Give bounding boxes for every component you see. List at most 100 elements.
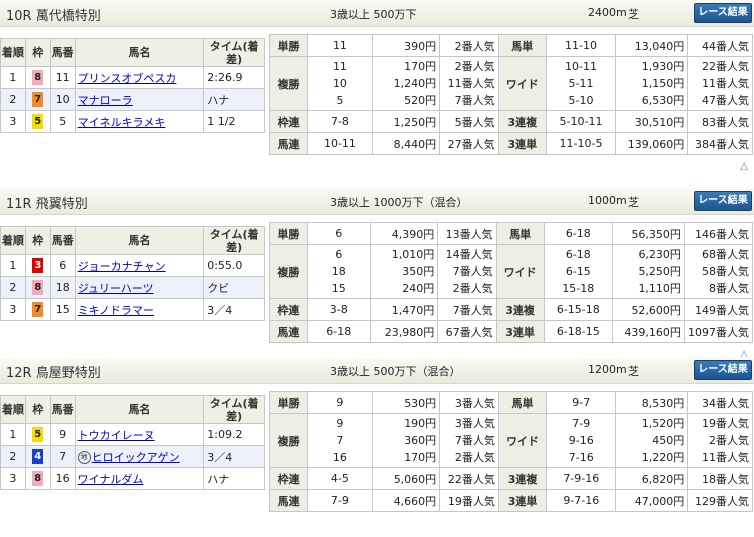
payout-amount: 6,820円: [615, 467, 689, 490]
horse-name-link[interactable]: マイネルキラメキ: [78, 116, 166, 129]
popularity: 3番人気: [439, 391, 499, 414]
race-result-button[interactable]: レース結果: [694, 360, 752, 380]
popularity-line: 58番人気: [702, 265, 749, 278]
bet-type-label: ワイド: [495, 244, 545, 299]
horse-name-cell: 地ヒロイックアゲン: [74, 445, 205, 468]
payout-table: 単勝 9 530円 3番人気 馬単 9-7 8,530円 34番人気 複勝 9 7…: [268, 391, 753, 512]
bet-type-label: 3連単: [495, 320, 545, 343]
popularity-line: 8番人気: [709, 282, 749, 295]
horse-name-link[interactable]: プリンスオブペスカ: [78, 72, 177, 85]
surface: 芝: [628, 196, 639, 209]
time-margin: 1 1/2: [203, 110, 265, 133]
payout-row: 単勝 6 4,390円 13番人気 馬単 6-18 56,350円 146番人気: [269, 222, 754, 245]
horse-name-link[interactable]: ジョーカナチャン: [78, 260, 166, 273]
waku-badge: 5: [32, 114, 44, 129]
finish-position: 1: [0, 254, 26, 277]
bet-combination-line: 6: [335, 248, 343, 261]
horse-name-cell: ワイナルダム: [74, 467, 205, 490]
waku-badge: 5: [32, 427, 44, 442]
age-class: 3歳以上 500万下: [330, 8, 417, 21]
bet-combination: 6-18-15: [543, 320, 614, 343]
popularity-line: 2番人気: [454, 60, 495, 73]
table-row: 3 5 5 マイネルキラメキ 1 1/2: [0, 110, 265, 133]
bet-type-label: 複勝: [268, 413, 309, 468]
payout-amount-line: 1,520円: [641, 417, 685, 430]
payout-amount: 530円: [371, 391, 441, 414]
horse-name-link[interactable]: ジュリーハーツ: [78, 282, 154, 295]
payout-amount-line: 170円: [404, 60, 437, 73]
popularity: 2番人気: [439, 34, 499, 57]
payout-amount-line: 1,010円: [391, 248, 435, 261]
table-row: 3 7 15 ミキノドラマー 3／4: [0, 298, 265, 321]
payout-row: 枠連 7-8 1,250円 5番人気 3連複 5-10-11 30,510円 8…: [268, 110, 753, 133]
popularity: 149番人気: [683, 298, 754, 321]
finish-position: 3: [0, 467, 26, 490]
horse-name-cell: ジュリーハーツ: [74, 276, 205, 299]
bet-combination: 6-18: [306, 320, 371, 343]
bet-combination-line: 7-9: [572, 417, 591, 430]
popularity: 19番人気 2番人気 11番人気: [687, 413, 753, 468]
popularity: 7番人気: [437, 298, 497, 321]
horse-name-link[interactable]: マナローラ: [78, 94, 133, 107]
payout-amount: 8,440円: [371, 132, 441, 155]
payout-amount: 30,510円: [615, 110, 689, 133]
bet-combination: 6-18: [543, 222, 614, 245]
payout-amount-line: 170円: [404, 451, 437, 464]
waku-badge: 4: [32, 449, 44, 464]
payout-amount-line: 1,220円: [641, 451, 685, 464]
horse-name-link[interactable]: トウカイレーヌ: [78, 429, 155, 442]
popularity-line: 2番人気: [709, 434, 749, 447]
race-result-button[interactable]: レース結果: [694, 191, 752, 211]
popularity-line: 19番人気: [702, 417, 749, 430]
payout-row: 馬連 7-9 4,660円 19番人気 3連単 9-7-16 47,000円 1…: [268, 489, 753, 512]
horse-name-link[interactable]: ヒロイックアゲン: [92, 451, 180, 464]
payout-amount-line: 6,530円: [641, 94, 685, 107]
waku-cell: 4: [24, 445, 51, 468]
bet-combination: 9 7 16: [307, 413, 373, 468]
payout-amount-line: 6,230円: [638, 248, 681, 261]
popularity-line: 7番人気: [454, 94, 495, 107]
payout-row: 単勝 9 530円 3番人気 馬単 9-7 8,530円 34番人気: [268, 391, 753, 414]
horse-name-link[interactable]: ミキノドラマー: [78, 304, 154, 317]
waku-badge: 7: [32, 92, 44, 107]
time-margin: 3／4: [203, 298, 265, 321]
finish-position: 1: [0, 66, 26, 89]
col-header: 馬番: [49, 38, 76, 67]
race-header: 12R 鳥屋野特別 3歳以上 500万下（混合） 1200m 芝 レース結果: [0, 357, 754, 384]
waku-cell: 5: [24, 110, 51, 133]
bet-combination: 4-5: [307, 467, 373, 490]
horse-name-cell: マイネルキラメキ: [74, 110, 205, 133]
surface: 芝: [628, 8, 639, 21]
bet-type-label: 枠連: [268, 467, 309, 490]
popularity: 1097番人気: [683, 320, 754, 343]
bet-combination-line: 5: [336, 94, 344, 107]
race-header: 10R 萬代橋特別 3歳以上 500万下 2400m 芝 レース結果: [0, 0, 754, 27]
payout-amount: 170円 1,240円 520円: [371, 56, 441, 111]
popularity: 68番人気 58番人気 8番人気: [683, 244, 754, 299]
horse-name-link[interactable]: ワイナルダム: [78, 473, 144, 486]
bet-type-label: 単勝: [268, 391, 309, 414]
table-row: 1 8 11 プリンスオブペスカ 2:26.9: [0, 66, 265, 89]
col-header: タイム(着差): [203, 38, 265, 67]
payout-table: 単勝 6 4,390円 13番人気 馬単 6-18 56,350円 146番人気…: [269, 222, 754, 343]
popularity: 22番人気 11番人気 47番人気: [687, 56, 753, 111]
bet-type-label: 枠連: [268, 110, 309, 133]
race-result-button[interactable]: レース結果: [694, 3, 752, 23]
popularity: 146番人気: [683, 222, 754, 245]
bet-combination-line: 11: [332, 60, 347, 73]
table-row: 2 4 7 地ヒロイックアゲン 3／4: [0, 445, 265, 468]
page-top-up-triangle-icon[interactable]: △: [740, 161, 748, 172]
time-margin: ハナ: [203, 467, 265, 490]
bet-type-label: 3連複: [497, 110, 547, 133]
payout-amount-line: 1,930円: [641, 60, 685, 73]
distance: 1000m: [588, 194, 627, 207]
bet-type-label: 馬連: [268, 489, 309, 512]
bet-combination: 6: [306, 222, 371, 245]
popularity: 27番人気: [439, 132, 499, 155]
payout-amount: 23,980円: [369, 320, 439, 343]
popularity: 18番人気: [687, 467, 753, 490]
horse-number: 18: [49, 276, 76, 299]
payout-amount: 1,470円: [369, 298, 439, 321]
bet-combination: 7-9 9-16 7-16: [546, 413, 617, 468]
popularity-line: 14番人気: [445, 248, 493, 261]
